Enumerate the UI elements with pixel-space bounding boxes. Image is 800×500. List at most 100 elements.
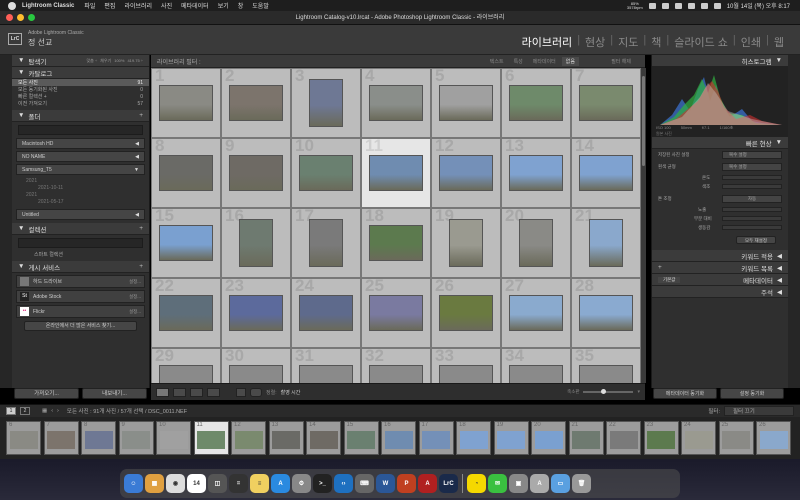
filmstrip-cell[interactable]: 10 [156,421,191,455]
volume-no-name[interactable]: NO NAME ◀ [16,151,145,162]
dock-appstore-icon[interactable]: A [271,474,290,493]
grid-cell[interactable]: 9 [221,138,291,208]
zoom-custom[interactable]: 419.75 ÷ [127,58,143,64]
filmstrip-thumbnail[interactable] [422,430,450,449]
filmstrip-cell[interactable]: 18 [456,421,491,455]
filmstrip-cell[interactable]: 7 [43,421,79,455]
grid-cell[interactable]: 12 [431,138,501,208]
dock-finder-icon[interactable]: ☺ [124,474,143,493]
photo-thumbnail[interactable] [239,219,273,267]
photo-thumbnail[interactable] [449,219,483,267]
grid-cell[interactable]: 1 [151,68,221,138]
auto-tone-button[interactable]: 자동 [722,195,782,203]
grid-cell[interactable]: 22 [151,278,221,348]
survey-view-button[interactable] [207,387,220,397]
histogram-view[interactable]: ISO 100 50mm f/7.1 1/160초 원본 사진 [652,67,788,137]
filmstrip-cell[interactable]: 23 [643,421,679,455]
filmstrip-thumbnail[interactable] [197,430,225,449]
photo-thumbnail[interactable] [579,85,633,121]
volume-samsung[interactable]: Samsung_T5 ▼ [16,164,145,175]
photo-thumbnail[interactable] [299,155,353,191]
filmstrip-cell[interactable]: 8 [81,421,116,455]
photo-thumbnail[interactable] [579,155,633,191]
filmstrip-thumbnail[interactable] [47,430,75,449]
vibrance-buttons[interactable] [722,225,782,230]
thumbnail-size-slider[interactable] [583,389,634,394]
sort-value[interactable]: 촬영 시간 [281,389,301,396]
filmstrip-thumbnail[interactable] [9,430,38,449]
grid-cell[interactable]: 19 [431,208,501,278]
filmstrip-thumbnail[interactable] [309,430,338,449]
folders-header[interactable]: ▼ 폴더 + [12,110,149,122]
grid-cell[interactable]: 6 [501,68,571,138]
grid-cell[interactable]: 7 [571,68,641,138]
photo-thumbnail[interactable] [579,365,633,383]
dock-screenshot-icon[interactable]: ◫ [208,474,227,493]
photo-thumbnail[interactable] [159,225,213,261]
folder-2021-a[interactable]: 2021 [12,177,149,184]
filmstrip-cell[interactable]: 9 [118,421,154,455]
photo-thumbnail[interactable] [439,365,493,383]
page-2-button[interactable]: 2 [20,407,30,415]
photo-thumbnail[interactable] [509,295,563,331]
grid-cell[interactable]: 10 [291,138,361,208]
catalog-item-synced[interactable]: 모든 동기화된 사진 0 [12,86,149,94]
grid-cell[interactable]: 35 [571,348,641,383]
filmstrip-thumbnail[interactable] [609,430,638,449]
dock-font-icon[interactable]: A [530,474,549,493]
grid-cell[interactable]: 11 [361,138,431,208]
catalog-item-previous-import[interactable]: 이전 가져오기 57 [12,100,149,108]
filmstrip-thumbnail[interactable] [684,430,713,449]
control-center-icon[interactable] [713,2,721,9]
dock-lightroom-icon[interactable]: LrC [439,474,458,493]
service-settings[interactable]: 설정... [129,309,141,315]
back-arrow-icon[interactable]: ‹ [51,408,53,414]
battery-icon[interactable] [674,2,682,9]
compare-view-button[interactable] [190,387,203,397]
white-balance-select[interactable]: 복수 설정 [722,163,782,171]
add-publish-icon[interactable]: + [139,263,143,270]
photo-thumbnail[interactable] [309,79,343,127]
sync-metadata-button[interactable]: 메타데이터 동기화 [653,388,717,399]
photo-thumbnail[interactable] [299,295,353,331]
catalog-header[interactable]: ▼ 카탈로그 [12,67,149,79]
import-button[interactable]: 가져오기... [14,388,79,399]
photo-thumbnail[interactable] [159,155,213,191]
filmstrip-thumbnail[interactable] [84,430,113,449]
navigator-header[interactable]: ▼ 탐색기 맞춤 ÷ 채우기 100% 419.75 ÷ [12,55,149,67]
photo-thumbnail[interactable] [439,295,493,331]
module-book[interactable]: 책 [647,34,665,50]
volume-macintosh-hd[interactable]: Macintosh HD ◀ [16,138,145,149]
metadata-header[interactable]: 기본값 메타데이터 ◀ [652,274,788,286]
minimize-window-icon[interactable] [17,14,24,21]
sort-direction-icon[interactable] [250,387,262,397]
bluetooth-icon[interactable] [648,2,656,9]
menu-file[interactable]: 파일 [84,1,95,10]
dock-word-icon[interactable]: W [376,474,395,493]
photo-thumbnail[interactable] [299,365,353,383]
filmstrip-cell[interactable]: 22 [606,421,641,455]
histogram-header[interactable]: 히스토그램 ▼ [652,55,788,67]
grid-cell[interactable]: 2 [221,68,291,138]
filmstrip-thumbnail[interactable] [497,430,525,449]
close-window-icon[interactable] [6,14,13,21]
service-settings[interactable]: 설정... [129,294,141,300]
photo-thumbnail[interactable] [509,155,563,191]
menubar-app-name[interactable]: Lightroom Classic [22,3,74,9]
sync-settings-button[interactable]: 설정 동기화 [720,388,784,399]
zoom-fill[interactable]: 채우기 [100,58,111,64]
filmstrip-cell[interactable]: 11 [193,421,229,455]
right-panel-edge[interactable] [788,55,800,388]
grid-cell[interactable]: 17 [291,208,361,278]
smart-collection-item[interactable]: 스마트 컬렉션 [12,251,149,258]
grid-cell[interactable]: 23 [221,278,291,348]
grid-cell[interactable]: 27 [501,278,571,348]
grid-cell[interactable]: 21 [571,208,641,278]
publish-hard-drive[interactable]: 하드 드라이브 설정... [16,275,145,288]
menu-photo[interactable]: 사진 [161,1,172,10]
keyword-list-header[interactable]: + 키워드 목록 ◀ [652,262,788,274]
catalog-item-all-photos[interactable]: 모든 사진 91 [12,79,149,86]
tint-buttons[interactable] [722,184,782,189]
filmstrip-thumbnail[interactable] [159,430,188,449]
zoom-fit[interactable]: 맞춤 ÷ [87,58,98,64]
